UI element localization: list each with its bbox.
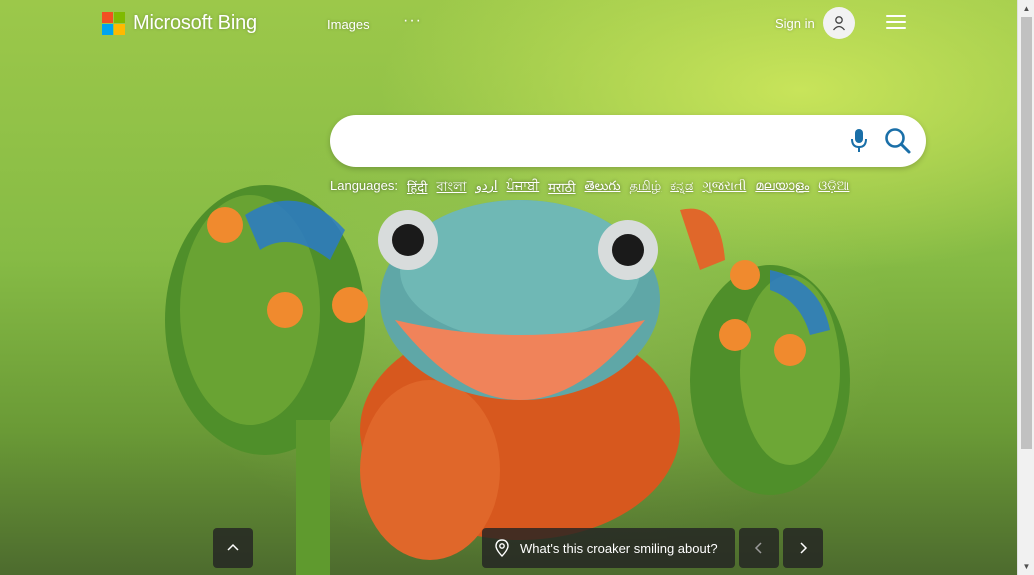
vertical-scrollbar[interactable]: ▲ ▼ — [1017, 0, 1034, 575]
language-link-gujarati[interactable]: ગુજરાતી — [702, 178, 746, 199]
bing-logo[interactable]: Microsoft Bing — [102, 10, 257, 36]
language-link-marathi[interactable]: मराठी — [548, 178, 575, 199]
sign-in-button[interactable]: Sign in — [775, 7, 855, 39]
language-link-punjabi[interactable]: ਪੰਜਾਬੀ — [507, 178, 540, 199]
background-image — [0, 0, 1017, 575]
language-link-malayalam[interactable]: മലയാളം — [755, 178, 809, 199]
sign-in-label: Sign in — [775, 15, 815, 31]
hamburger-menu-icon[interactable] — [886, 15, 906, 30]
previous-image-button[interactable] — [739, 528, 779, 568]
microsoft-logo-icon — [102, 11, 125, 35]
image-info-button[interactable]: What's this croaker smiling about? — [482, 528, 735, 568]
scroll-up-button[interactable] — [213, 528, 253, 568]
chevron-up-icon — [227, 543, 239, 551]
language-link-kannada[interactable]: ಕನ್ನಡ — [670, 178, 693, 199]
language-link-tamil[interactable]: தமிழ் — [629, 178, 661, 199]
nav-images-link[interactable]: Images — [327, 17, 370, 32]
scroll-up-arrow-icon[interactable]: ▲ — [1018, 0, 1034, 17]
chevron-left-icon — [754, 542, 762, 554]
language-link-hindi[interactable]: हिंदी — [407, 178, 428, 199]
chevron-right-icon — [800, 542, 808, 554]
languages-row: Languages: हिंदी বাংলা اردو ਪੰਜਾਬੀ मराठी… — [330, 178, 849, 199]
language-link-telugu[interactable]: తెలుగు — [585, 178, 621, 199]
nav-more-button[interactable]: ··· — [403, 12, 422, 30]
language-link-bengali[interactable]: বাংলা — [437, 178, 467, 199]
scroll-down-arrow-icon[interactable]: ▼ — [1018, 558, 1034, 575]
frog-illustration — [165, 185, 850, 575]
user-icon — [822, 7, 855, 39]
language-link-urdu[interactable]: اردو — [476, 178, 498, 199]
next-image-button[interactable] — [783, 528, 823, 568]
microphone-icon[interactable] — [847, 127, 871, 155]
languages-label: Languages: — [330, 178, 398, 193]
scrollbar-thumb[interactable] — [1021, 17, 1032, 449]
language-link-odia[interactable]: ଓଡ଼ିଆ — [818, 178, 849, 199]
search-icon[interactable] — [883, 126, 913, 156]
brand-name: Microsoft Bing — [133, 11, 257, 34]
search-box — [330, 115, 926, 167]
location-pin-icon — [495, 539, 509, 557]
search-input[interactable] — [352, 128, 832, 154]
image-caption: What's this croaker smiling about? — [520, 540, 718, 556]
